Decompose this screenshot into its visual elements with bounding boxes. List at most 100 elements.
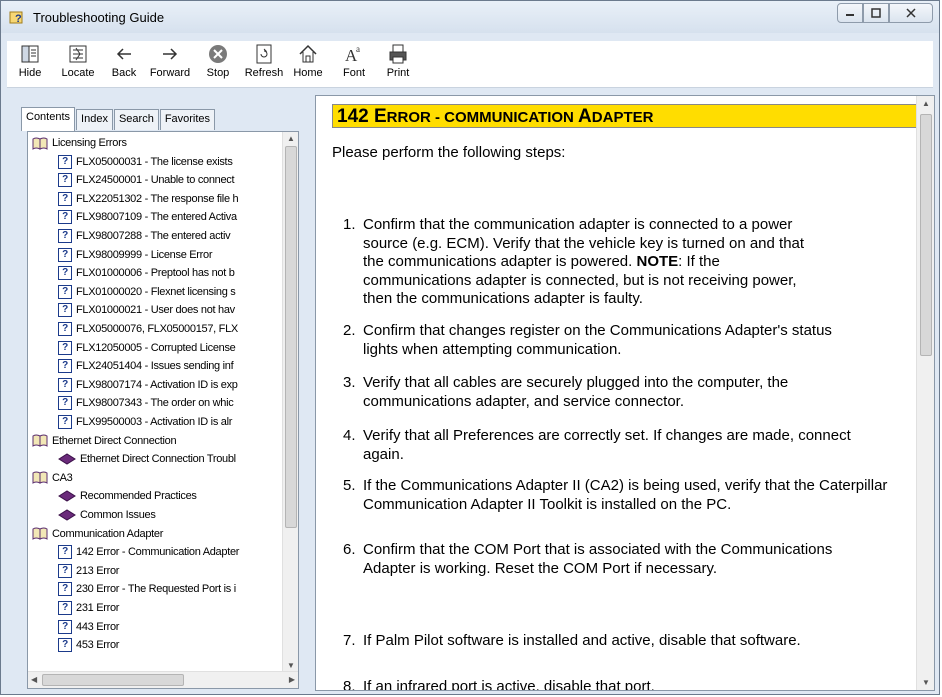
help-topic-icon: ? xyxy=(58,303,72,318)
tree-item-label: 231 Error xyxy=(76,602,120,614)
tree-item[interactable]: ? FLX98007343 - The order on whic xyxy=(58,394,234,412)
tree-horizontal-scrollbar[interactable]: ◀ ▶ xyxy=(28,671,298,688)
tree-item[interactable]: ? FLX24051404 - Issues sending inf xyxy=(58,357,234,375)
topic-content-pane: 142 ERROR - COMMUNICATION ADAPTER Please… xyxy=(315,95,935,691)
scroll-up-icon[interactable]: ▲ xyxy=(287,134,295,143)
forward-button[interactable]: Forward xyxy=(147,43,193,79)
tree-item[interactable]: ? FLX01000020 - Flexnet licensing s xyxy=(58,283,236,301)
toolbar: Hide Locate Back Forward Stop Refresh Ho… xyxy=(7,41,933,88)
help-topic-icon: ? xyxy=(58,396,72,411)
tree-item[interactable]: ? 213 Error xyxy=(58,562,119,580)
tree-item[interactable]: ? 453 Error xyxy=(58,636,119,654)
minimize-icon xyxy=(846,14,854,16)
tree-item[interactable]: ? FLX01000021 - User does not hav xyxy=(58,301,235,319)
tree-item[interactable]: Recommended Practices xyxy=(58,487,197,505)
font-button[interactable]: Aa Font xyxy=(331,43,377,79)
stop-button[interactable]: Stop xyxy=(195,43,241,79)
tree-item[interactable]: ? 443 Error xyxy=(58,618,119,636)
tree-item[interactable]: ? FLX98007174 - Activation ID is exp xyxy=(58,376,238,394)
tree-item[interactable]: ? FLX01000006 - Preptool has not b xyxy=(58,264,235,282)
tree-item[interactable]: ? FLX22051302 - The response file h xyxy=(58,190,239,208)
step-text: If the Communications Adapter II (CA2) i… xyxy=(363,477,888,513)
open-book-icon xyxy=(32,137,48,150)
tree-item-label: 142 Error - Communication Adapter xyxy=(76,546,240,559)
step-text: Verify that all Preferences are correctl… xyxy=(363,427,851,463)
minimize-button[interactable] xyxy=(837,3,863,23)
step-number: 5. xyxy=(343,477,356,494)
tree-item-label: 213 Error xyxy=(76,564,120,577)
print-button[interactable]: Print xyxy=(375,43,421,79)
print-label: Print xyxy=(386,67,410,79)
contents-tree: Licensing Errors? FLX05000031 - The licen… xyxy=(28,132,284,672)
step-line-part: : If the xyxy=(678,253,720,270)
scroll-up-icon[interactable]: ▲ xyxy=(922,99,930,108)
tree-item[interactable]: ? 230 Error - The Requested Port is i xyxy=(58,580,236,598)
step-text: Confirm that the communication adapter i… xyxy=(363,216,903,309)
tree-item-label: FLX99500003 - Activation ID is alr xyxy=(76,416,233,428)
tab-contents[interactable]: Contents xyxy=(21,107,76,131)
step-text: Verify that all cables are securely plug… xyxy=(363,374,789,410)
refresh-button[interactable]: Refresh xyxy=(241,43,287,79)
locate-button[interactable]: Locate xyxy=(55,43,101,79)
tree-folder[interactable]: CA3 xyxy=(32,469,73,487)
tree-item[interactable]: Ethernet Direct Connection Troubl xyxy=(58,450,236,468)
tree-item[interactable]: ? FLX05000031 - The license exists xyxy=(58,153,233,171)
tree-folder[interactable]: Ethernet Direct Connection xyxy=(32,432,177,450)
scroll-right-icon[interactable]: ▶ xyxy=(289,675,295,684)
step-number: 8. xyxy=(343,678,356,691)
tab-favorites[interactable]: Favorites xyxy=(159,109,216,130)
tree-hscroll-thumb[interactable] xyxy=(42,674,184,686)
help-app-icon: ? xyxy=(9,11,23,25)
content-vertical-scrollbar[interactable]: ▲ ▼ xyxy=(916,96,934,690)
heading-part: OMMUNICATION xyxy=(455,109,579,126)
tree-item-label: FLX98007288 - The entered activ xyxy=(76,230,231,242)
tree-item[interactable]: ? FLX98007109 - The entered Activa xyxy=(58,208,237,226)
home-label: Home xyxy=(293,67,323,79)
step-line-part: the communications adapter is powered. xyxy=(363,253,637,270)
tree-item-label: FLX05000031 - The license exists xyxy=(76,155,233,168)
forward-label: Forward xyxy=(149,67,191,79)
tab-search[interactable]: Search xyxy=(113,109,159,130)
tree-item-label: CA3 xyxy=(52,471,73,484)
tree-item[interactable]: ? FLX98007288 - The entered activ xyxy=(58,227,231,245)
help-topic-icon: ? xyxy=(58,563,72,578)
heading-part: DAPTER xyxy=(591,109,654,126)
help-topic-icon: ? xyxy=(58,322,72,336)
tree-item[interactable]: ? FLX24500001 - Unable to connect xyxy=(58,171,235,189)
tree-item-label: FLX01000006 - Preptool has not b xyxy=(76,267,235,280)
content-scroll-thumb[interactable] xyxy=(920,114,932,356)
back-button[interactable]: Back xyxy=(101,43,147,79)
help-topic-icon: ? xyxy=(58,284,72,299)
tree-item[interactable]: ? FLX12050005 - Corrupted License xyxy=(58,339,236,357)
step-text: Confirm that changes register on the Com… xyxy=(363,322,832,358)
tree-item[interactable]: ? 142 Error - Communication Adapter xyxy=(58,543,239,561)
tree-folder[interactable]: Communication Adapter xyxy=(32,525,163,543)
tree-vertical-scrollbar[interactable]: ▲ ▼ xyxy=(282,132,298,672)
tree-scroll-thumb[interactable] xyxy=(285,146,297,528)
hide-icon xyxy=(21,45,39,63)
tree-item-label: FLX98007343 - The order on whic xyxy=(76,397,234,410)
close-button[interactable] xyxy=(889,3,933,23)
tab-index[interactable]: Index xyxy=(76,109,113,130)
scroll-down-icon[interactable]: ▼ xyxy=(922,678,930,687)
scroll-down-icon[interactable]: ▼ xyxy=(287,661,295,670)
help-topic-icon: ? xyxy=(58,619,72,634)
tree-folder[interactable]: Licensing Errors xyxy=(32,134,127,152)
maximize-button[interactable] xyxy=(863,3,889,23)
help-topic-icon: ? xyxy=(58,340,72,355)
tree-item[interactable]: ? FLX05000076, FLX05000157, FLX xyxy=(58,320,238,338)
home-icon xyxy=(299,44,317,63)
step-line: the communications adapter is powered. N… xyxy=(363,253,903,272)
stop-label: Stop xyxy=(206,67,230,79)
tree-item[interactable]: ? FLX99500003 - Activation ID is alr xyxy=(58,413,232,431)
tree-item[interactable]: Common Issues xyxy=(58,506,156,524)
scroll-left-icon[interactable]: ◀ xyxy=(31,675,37,684)
tree-item[interactable]: ? 231 Error xyxy=(58,599,119,617)
stop-icon xyxy=(209,45,227,63)
home-button[interactable]: Home xyxy=(285,43,331,79)
hide-button[interactable]: Hide xyxy=(7,43,53,79)
closed-book-icon xyxy=(58,509,76,521)
tree-item[interactable]: ? FLX98009999 - License Error xyxy=(58,246,213,264)
heading-part: 1 xyxy=(337,106,348,127)
help-topic-icon: ? xyxy=(58,545,72,560)
